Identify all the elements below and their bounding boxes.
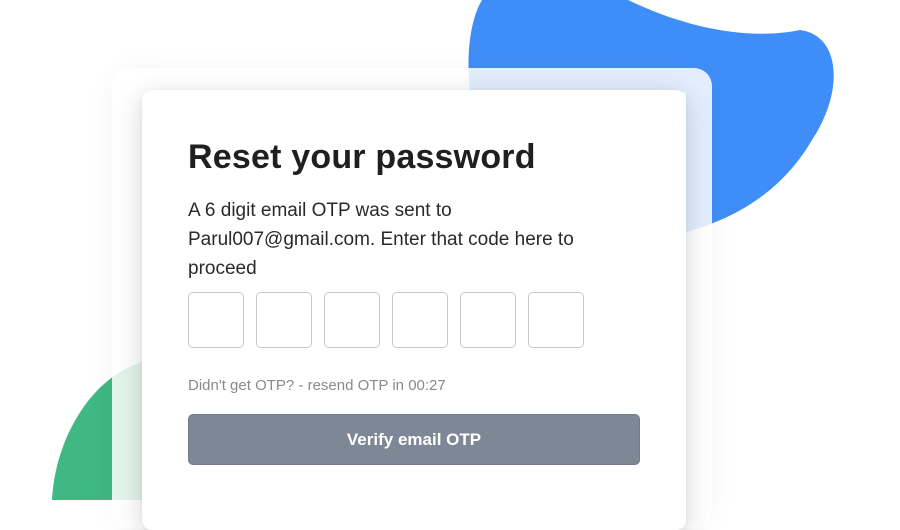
reset-password-card: Reset your password A 6 digit email OTP … <box>142 90 686 530</box>
description-text-start: A 6 digit email OTP was sent to <box>188 200 452 221</box>
page-title: Reset your password <box>188 138 536 176</box>
otp-digit-4[interactable] <box>392 292 448 348</box>
otp-digit-3[interactable] <box>324 292 380 348</box>
resend-otp-text: Didn't get OTP? - resend OTP in 00:27 <box>188 377 446 394</box>
resend-countdown-timer: 00:27 <box>408 377 446 394</box>
verify-email-otp-button[interactable]: Verify email OTP <box>188 414 640 465</box>
otp-digit-5[interactable] <box>460 292 516 348</box>
email-address: Parul007@gmail.com <box>188 229 370 250</box>
otp-input-group <box>188 292 584 348</box>
otp-digit-2[interactable] <box>256 292 312 348</box>
otp-description: A 6 digit email OTP was sent to Parul007… <box>188 196 608 283</box>
resend-otp-label: Didn't get OTP? - resend OTP in <box>188 377 405 394</box>
otp-digit-6[interactable] <box>528 292 584 348</box>
otp-digit-1[interactable] <box>188 292 244 348</box>
